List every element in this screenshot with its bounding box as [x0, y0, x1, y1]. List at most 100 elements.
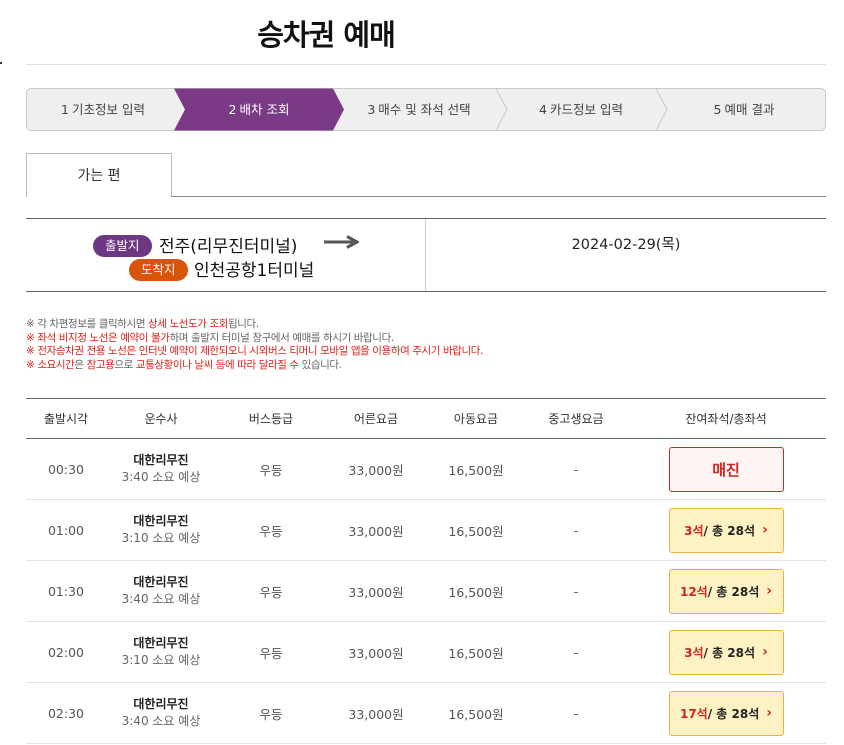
table-header: 출발시각 운수사 버스등급 어른요금 아동요금 중고생요금 잔여좌석/총좌석: [26, 398, 826, 439]
company-name: 대한리무진: [133, 697, 189, 711]
departure-time: 02:00: [47, 644, 85, 660]
step-3: 3 매수 및 좌석 선택: [367, 102, 471, 117]
select-seats-button[interactable]: 3석 / 총 28석 ›: [668, 629, 784, 675]
seats-cell: 3석 / 총 28석 ›: [626, 622, 826, 682]
bus-grade: 우등: [259, 462, 283, 478]
child-fare: 16,500원: [448, 584, 504, 600]
company-name: 대한리무진: [133, 514, 189, 528]
select-seats-button[interactable]: 12석 / 총 28석 ›: [668, 568, 784, 614]
route-summary: 출발지 전주(리무진터미널) 도착지 인천공항1터미널 2024-02-29(목…: [26, 218, 826, 292]
step-2: 2 배차 조회: [228, 102, 290, 117]
arrival-terminal: 인천공항1터미널: [194, 261, 315, 281]
schedule-table: 출발시각 운수사 버스등급 어른요금 아동요금 중고생요금 잔여좌석/총좌석 0…: [26, 398, 826, 744]
header-time: 출발시각: [43, 412, 89, 426]
seats-remaining: 3석: [684, 645, 704, 660]
bus-grade: 우등: [259, 706, 283, 722]
notice-4: ※ 소요시간은 참고용으로 교통상황이나 날씨 등에 따라 달라질 수 있습니다…: [26, 358, 342, 371]
bus-grade: 우등: [259, 584, 283, 600]
company-name: 대한리무진: [133, 453, 189, 467]
title-divider: [26, 64, 826, 65]
seats-cell: 12석 / 총 28석 ›: [626, 561, 826, 621]
youth-fare: -: [573, 522, 579, 538]
route-divider: [425, 219, 426, 291]
sold-out-button[interactable]: 매진: [668, 446, 784, 492]
adult-fare: 33,000원: [348, 462, 404, 478]
seats-total: / 총 28석: [703, 523, 756, 538]
notice-list: ※ 각 차편정보를 클릭하시면 상세 노선도가 조회됩니다. ※ 좌석 비지정 …: [26, 318, 483, 372]
youth-fare: -: [573, 705, 579, 721]
seats-remaining: 17석: [679, 706, 708, 721]
notice-2: ※ 좌석 비지정 노선은 예약이 불가하며 출발지 터미널 창구에서 예매를 하…: [26, 331, 394, 344]
header-adult-fare: 어른요금: [353, 412, 399, 426]
adult-fare: 33,000원: [348, 706, 404, 722]
chevron-right-icon: ›: [762, 522, 768, 538]
child-fare: 16,500원: [448, 645, 504, 661]
departure-date: 2024-02-29(목): [571, 237, 681, 253]
departure-badge: 출발지: [93, 235, 152, 257]
seats-cell: 매진: [626, 439, 826, 499]
youth-fare: -: [573, 461, 579, 477]
bus-company: 대한리무진 3:40 소요 예상: [106, 561, 216, 621]
table-row[interactable]: 00:30 대한리무진 3:40 소요 예상 우등 33,000원 16,500…: [26, 439, 826, 500]
notice-1: ※ 각 차편정보를 클릭하시면 상세 노선도가 조회됩니다.: [26, 318, 259, 330]
chevron-right-icon: ›: [762, 644, 768, 660]
travel-duration: 3:40 소요 예상: [121, 470, 201, 484]
header-child-fare: 아동요금: [453, 412, 499, 426]
child-fare: 16,500원: [448, 462, 504, 478]
table-row[interactable]: 02:30 대한리무진 3:40 소요 예상 우등 33,000원 16,500…: [26, 683, 826, 744]
company-name: 대한리무진: [133, 636, 189, 650]
page-title: 승차권 예매: [257, 18, 396, 52]
seats-cell: 17석 / 총 28석 ›: [626, 683, 826, 743]
travel-duration: 3:40 소요 예상: [121, 714, 201, 728]
long-right-arrow-icon: [324, 235, 359, 249]
table-row[interactable]: 01:00 대한리무진 3:10 소요 예상 우등 33,000원 16,500…: [26, 500, 826, 561]
bus-grade: 우등: [259, 523, 283, 539]
departure-time: 01:00: [47, 522, 85, 538]
child-fare: 16,500원: [448, 706, 504, 722]
departure-time: 02:30: [47, 705, 85, 721]
adult-fare: 33,000원: [348, 584, 404, 600]
header-youth-fare: 중고생요금: [548, 412, 604, 426]
select-seats-button[interactable]: 17석 / 총 28석 ›: [668, 690, 784, 736]
youth-fare: -: [573, 644, 579, 660]
bus-company: 대한리무진 3:10 소요 예상: [106, 622, 216, 682]
seats-remaining: 3석: [684, 523, 704, 538]
table-row[interactable]: 01:30 대한리무진 3:40 소요 예상 우등 33,000원 16,500…: [26, 561, 826, 622]
table-row[interactable]: 02:00 대한리무진 3:10 소요 예상 우등 33,000원 16,500…: [26, 622, 826, 683]
header-company: 운수사: [144, 412, 178, 426]
bus-company: 대한리무진 3:10 소요 예상: [106, 500, 216, 560]
company-name: 대한리무진: [133, 575, 189, 589]
select-seats-button[interactable]: 3석 / 총 28석 ›: [668, 507, 784, 553]
travel-duration: 3:10 소요 예상: [121, 653, 201, 667]
seats-total: / 총 28석: [703, 645, 756, 660]
travel-duration: 3:10 소요 예상: [121, 531, 201, 545]
notice-3: ※ 전자승차권 전용 노선은 인터넷 예약이 제한되오니 시외버스 티머니 모바…: [26, 345, 483, 357]
departure-time: 01:30: [47, 583, 85, 599]
bus-company: 대한리무진 3:40 소요 예상: [106, 683, 216, 743]
seats-total: / 총 28석: [707, 584, 760, 599]
seats-cell: 3석 / 총 28석 ›: [626, 500, 826, 560]
progress-stepper: 1 기초정보 입력 2 배차 조회 3 매수 및 좌석 선택 4 카드정보 입력 5 예매…: [26, 88, 826, 131]
edge-mark: [0, 62, 2, 64]
arrival-badge: 도착지: [129, 259, 188, 281]
tab-outbound[interactable]: 가는 편: [26, 153, 172, 197]
adult-fare: 33,000원: [348, 645, 404, 661]
header-seats: 잔여좌석/총좌석: [685, 412, 767, 426]
bus-grade: 우등: [259, 645, 283, 661]
step-5: 5 예매 결과: [713, 102, 775, 117]
header-grade: 버스등급: [248, 412, 294, 426]
chevron-right-icon: ›: [766, 583, 773, 599]
youth-fare: -: [573, 583, 579, 599]
step-1: 1 기초정보 입력: [61, 102, 145, 117]
travel-duration: 3:40 소요 예상: [121, 592, 201, 606]
adult-fare: 33,000원: [348, 523, 404, 539]
seats-total: / 총 28석: [707, 706, 760, 721]
departure-terminal: 전주(리무진터미널): [159, 237, 298, 257]
step-4: 4 카드정보 입력: [539, 102, 623, 117]
seats-remaining: 12석: [679, 584, 708, 599]
child-fare: 16,500원: [448, 523, 504, 539]
tab-underline: [171, 196, 826, 197]
bus-company: 대한리무진 3:40 소요 예상: [106, 439, 216, 499]
chevron-right-icon: ›: [766, 705, 773, 721]
departure-time: 00:30: [47, 461, 85, 477]
